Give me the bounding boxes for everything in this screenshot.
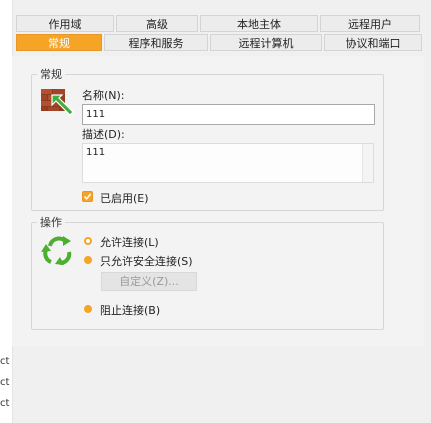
block-connection-label: 阻止连接(B) bbox=[100, 304, 161, 317]
tab-local-principals[interactable]: 本地主体 bbox=[200, 15, 318, 32]
tab-scope[interactable]: 作用域 bbox=[16, 15, 114, 32]
name-input[interactable] bbox=[82, 104, 375, 125]
name-label: 名称(N): bbox=[82, 89, 125, 102]
tab-programs-services[interactable]: 程序和服务 bbox=[104, 34, 208, 51]
recycle-arrows-icon bbox=[41, 236, 72, 265]
enabled-label: 已启用(E) bbox=[100, 192, 149, 205]
firewall-brick-icon bbox=[41, 89, 74, 116]
checkmark-icon bbox=[83, 193, 92, 201]
description-label: 描述(D): bbox=[82, 128, 125, 141]
tab-advanced[interactable]: 高级 bbox=[116, 15, 198, 32]
cut-off-text: ct bbox=[0, 356, 10, 367]
action-group: 操作 bbox=[31, 214, 384, 330]
description-scrollbar[interactable] bbox=[362, 144, 373, 182]
cut-off-text: ct bbox=[0, 377, 10, 388]
description-textarea[interactable]: 111 bbox=[82, 143, 374, 183]
customize-button[interactable]: 自定义(Z)... bbox=[101, 272, 197, 291]
general-legend: 常规 bbox=[40, 68, 62, 81]
block-connection-radio[interactable] bbox=[84, 305, 92, 313]
tab-general[interactable]: 常规 bbox=[16, 34, 102, 51]
tab-remote-users[interactable]: 远程用户 bbox=[320, 15, 420, 32]
cut-off-text: ct bbox=[0, 398, 10, 409]
allow-secure-connection-label: 只允许安全连接(S) bbox=[100, 255, 193, 268]
tab-protocols-ports[interactable]: 协议和端口 bbox=[324, 34, 422, 51]
allow-connection-label: 允许连接(L) bbox=[100, 236, 159, 249]
allow-connection-radio[interactable] bbox=[84, 237, 92, 245]
enabled-checkbox[interactable] bbox=[82, 191, 93, 202]
description-text: 111 bbox=[86, 147, 106, 158]
tab-remote-computers[interactable]: 远程计算机 bbox=[210, 34, 322, 51]
allow-secure-connection-radio[interactable] bbox=[84, 256, 92, 264]
action-legend: 操作 bbox=[40, 216, 62, 229]
